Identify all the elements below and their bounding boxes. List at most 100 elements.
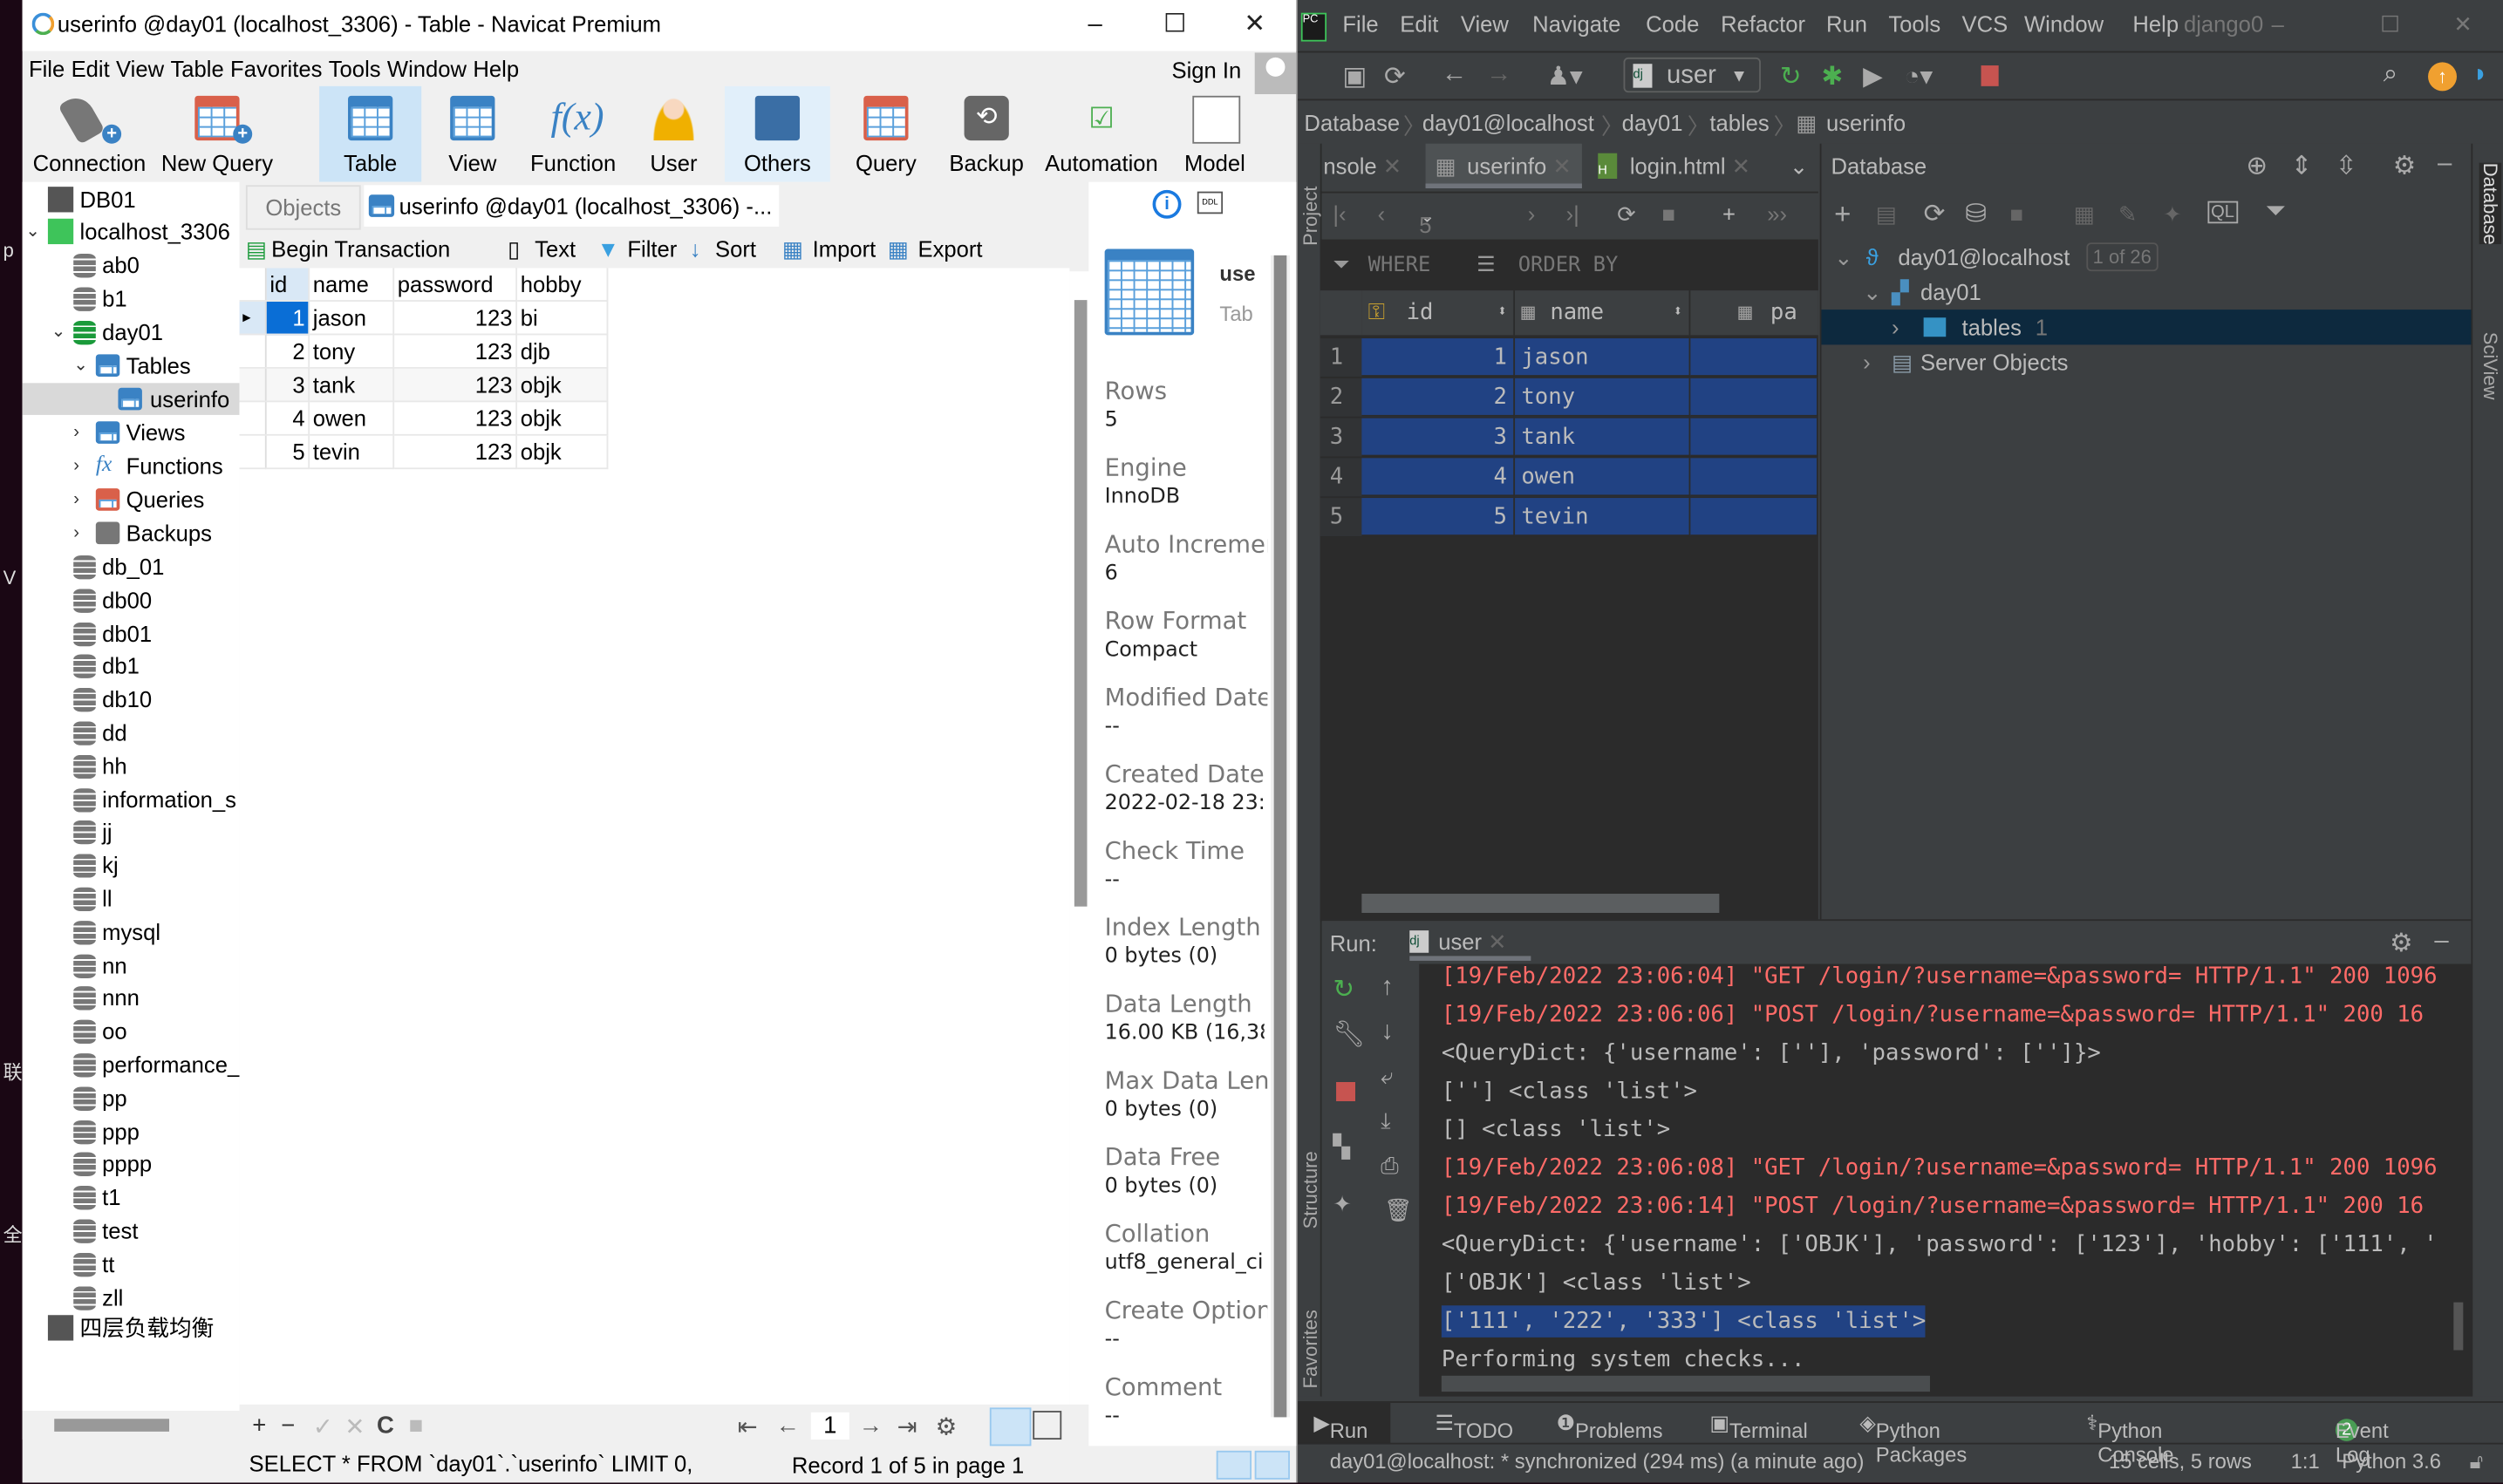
cell-id[interactable]: 4 [265, 401, 310, 436]
cell-hobby[interactable]: bi [516, 301, 609, 336]
scroll-to-end-icon[interactable]: ⤓ [1381, 1107, 1390, 1134]
cell-password[interactable] [1690, 458, 1818, 497]
close-button[interactable]: ✕ [2453, 11, 2472, 38]
sort-arrows-icon[interactable]: ⬍ [1673, 290, 1682, 335]
cell-id[interactable]: 5 [1361, 498, 1516, 537]
console-vertical-scrollbar[interactable] [2453, 1302, 2464, 1351]
tabs-dropdown-icon[interactable]: ⌄ [1790, 144, 1808, 188]
order-by-input[interactable]: ORDER BY [1518, 254, 1619, 277]
run-tool-tab[interactable]: ▶ Run [1313, 1411, 1367, 1443]
chevron-down-icon[interactable]: ⌄ [1834, 240, 1852, 275]
cell-password[interactable]: 123 [393, 334, 518, 369]
tree-database[interactable]: t1 [23, 1181, 240, 1214]
table-editor-icon[interactable]: ▦ [2074, 201, 2095, 228]
first-page-icon[interactable]: |‹ [1333, 201, 1346, 227]
console-line[interactable]: ['111', '222', '333'] <class 'list'> [1441, 1305, 1927, 1338]
ddl-icon[interactable]: DDL [1197, 191, 1224, 214]
menu-code[interactable]: Code [1646, 11, 1699, 37]
todo-tool-tab[interactable]: ☰ TODO [1436, 1411, 1514, 1443]
tree-server-objects[interactable]: › ▤ Server Objects [1821, 344, 2472, 379]
tree-database[interactable]: db00 [23, 584, 240, 616]
row-number[interactable]: 4 [1320, 458, 1362, 497]
structure-tool-tab[interactable]: Structure [1299, 1151, 1322, 1229]
next-page-button[interactable]: → [859, 1413, 883, 1440]
tree-database[interactable]: ab0 [23, 249, 240, 282]
tree-database[interactable]: jj [23, 816, 240, 848]
jump-icon[interactable]: ✦ [2163, 201, 2181, 228]
chevron-right-icon[interactable]: › [73, 517, 89, 549]
sciview-tool-tab[interactable]: SciView [2479, 332, 2502, 400]
breadcrumb-item[interactable]: day01 [1622, 110, 1683, 135]
next-page-icon[interactable]: › [1528, 201, 1536, 227]
tree-database[interactable]: db01 [23, 617, 240, 650]
tree-database[interactable]: tt [23, 1248, 240, 1280]
console-line[interactable]: [19/Feb/2022 23:06:04] "GET /login/?user… [1442, 964, 2438, 993]
rerun-icon[interactable]: ↻ [1780, 61, 1802, 93]
tree-connection[interactable]: ⌄ localhost_3306 [23, 215, 240, 248]
editor-tab-console[interactable]: nsole ✕ [1323, 144, 1419, 188]
vcs-user-icon[interactable]: ♟▾ [1547, 61, 1583, 93]
sign-in-link[interactable]: Sign In [1172, 58, 1242, 83]
column-header-hobby[interactable]: hobby [516, 268, 609, 302]
tree-database[interactable]: b1 [23, 283, 240, 315]
table-row[interactable]: 4 owen 123 objk [239, 401, 609, 436]
breadcrumb-item[interactable]: Database [1304, 110, 1400, 135]
chevron-down-icon[interactable]: ⌄ [73, 350, 89, 382]
console-line[interactable]: <QueryDict: {'username': [''], 'password… [1442, 1038, 2101, 1070]
up-icon[interactable]: ↑ [1381, 974, 1394, 1003]
table-row[interactable]: 3 tank 123 objk [239, 367, 609, 403]
menu-view[interactable]: View [1461, 11, 1509, 37]
row-indicator[interactable] [239, 334, 267, 369]
breadcrumb-item[interactable]: day01@localhost [1422, 110, 1594, 135]
edit-icon[interactable]: ✎ [2118, 201, 2137, 228]
cell-id[interactable]: 4 [1361, 458, 1516, 497]
menu-help[interactable]: Help [473, 51, 519, 86]
menu-edit[interactable]: Edit [1400, 11, 1438, 37]
rows-selector[interactable]: 5 rows ⌄ [1419, 204, 1466, 263]
row-number[interactable]: 5 [1320, 498, 1362, 537]
tree-datasource[interactable]: ⌄ ϑ day01@localhost 1 of 26 [1821, 240, 2472, 275]
tree-database[interactable]: test [23, 1215, 240, 1247]
cell-password[interactable]: 123 [393, 301, 518, 336]
stop-icon[interactable] [1336, 1082, 1356, 1101]
cell-password[interactable]: 123 [393, 401, 518, 436]
last-page-icon[interactable]: ›| [1566, 201, 1579, 227]
cell-id[interactable]: 1 [1361, 338, 1516, 377]
tree-database[interactable]: ppp [23, 1115, 240, 1147]
chevron-right-icon[interactable]: › [1863, 344, 1871, 379]
column-header-id[interactable]: ⚿ id ⬍ [1361, 290, 1516, 336]
chevron-down-icon[interactable]: ⌄ [51, 316, 67, 348]
text-button[interactable]: Text [535, 236, 576, 262]
problems-tool-tab[interactable]: ❶ Problems [1557, 1411, 1663, 1443]
cell-id[interactable]: 5 [265, 434, 310, 470]
tree-database[interactable]: db10 [23, 684, 240, 716]
result-horizontal-scrollbar[interactable] [1361, 894, 1720, 913]
down-icon[interactable]: ↓ [1381, 1018, 1394, 1047]
cell-name[interactable]: jason [309, 301, 395, 336]
wrench-icon[interactable]: 🔧︎ [1333, 1018, 1365, 1051]
scrollbar-thumb[interactable] [54, 1419, 170, 1432]
tree-database[interactable]: pp [23, 1082, 240, 1114]
table-row[interactable]: 5 tevin 123 objk [239, 434, 609, 470]
toolbar-others-button[interactable]: Others [725, 85, 830, 182]
toolbar-automation-button[interactable]: ☑ Automation [1038, 86, 1165, 182]
console-line[interactable]: [''] <class 'list'> [1442, 1076, 1697, 1108]
tree-database[interactable]: db1 [23, 650, 240, 683]
python-packages-tool-tab[interactable]: ◈ Python Packages [1859, 1411, 1967, 1467]
close-button[interactable]: ✕ [1223, 6, 1286, 44]
tree-database[interactable]: nnn [23, 982, 240, 1014]
import-button[interactable]: Import [813, 236, 876, 262]
menu-file[interactable]: File [1342, 11, 1378, 37]
hide-icon[interactable]: – [2438, 150, 2452, 179]
menu-tools[interactable]: Tools [329, 51, 381, 86]
locate-icon[interactable]: ⊕ [2246, 150, 2268, 182]
cell-name[interactable]: tank [1515, 418, 1691, 457]
console-line[interactable]: [19/Feb/2022 23:06:06] "POST /login/?use… [1442, 999, 2424, 1031]
toolbar-user-button[interactable]: User [626, 86, 722, 182]
cell-id[interactable]: 2 [1361, 378, 1516, 417]
menu-favorites[interactable]: Favorites [230, 51, 322, 86]
add-row-icon[interactable]: + [1722, 201, 1736, 227]
terminal-tool-tab[interactable]: ▣ Terminal [1709, 1411, 1807, 1443]
toolbar-connection-button[interactable]: + Connection [29, 86, 150, 182]
console-horizontal-scrollbar[interactable] [1441, 1375, 1930, 1392]
